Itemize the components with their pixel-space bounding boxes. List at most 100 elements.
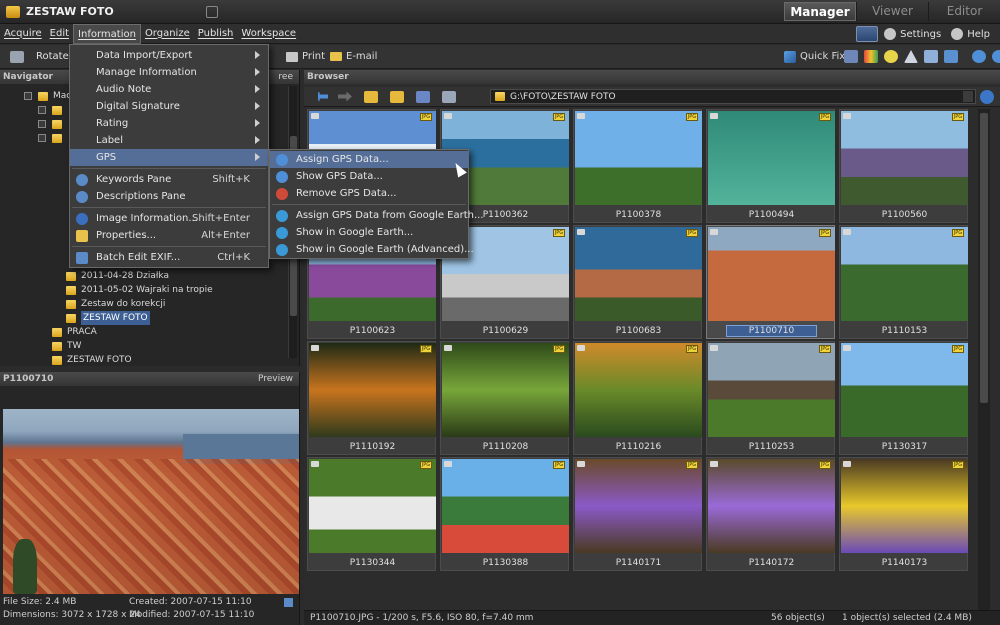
mode-editor-tab[interactable]: Editor — [928, 2, 1000, 21]
menu-item-data-import-export[interactable]: Data Import/Export — [70, 47, 268, 64]
thumbnail-image[interactable] — [708, 459, 835, 553]
thumbnail-image[interactable] — [575, 111, 702, 205]
menu-item-image-information[interactable]: Image Information... Shift+Enter — [70, 210, 268, 227]
browser-scrollbar[interactable] — [978, 109, 990, 611]
menu-item-digital-signature[interactable]: Digital Signature — [70, 98, 268, 115]
new-folder-icon[interactable] — [390, 90, 404, 103]
thumbnail-cell[interactable]: JPG P1140171 — [573, 457, 702, 571]
thumbnail-cell[interactable]: JPG P1110253 — [706, 341, 835, 455]
thumbnail-image[interactable] — [309, 343, 436, 437]
zoom-in-icon[interactable] — [972, 50, 986, 63]
mode-viewer-tab[interactable]: Viewer — [856, 2, 928, 21]
crop-icon[interactable] — [924, 50, 938, 63]
zoom-out-icon[interactable] — [992, 50, 1000, 63]
tree-folder-wajraki[interactable]: 2011-05-02 Wajraki na tropie — [66, 283, 213, 297]
color-icon[interactable] — [864, 50, 878, 63]
menu-item-audio-note[interactable]: Audio Note — [70, 81, 268, 98]
thumbnail-cell[interactable]: JPG P1110192 — [307, 341, 436, 455]
menu-item-descriptions-pane[interactable]: Descriptions Pane — [70, 188, 268, 205]
tree-root[interactable]: Mac — [24, 89, 71, 103]
expand-icon[interactable] — [38, 120, 46, 128]
email-button[interactable]: E-mail — [330, 51, 377, 62]
edit-note-icon[interactable] — [205, 5, 218, 18]
thumbnail-image[interactable] — [309, 459, 436, 553]
thumbnail-cell[interactable]: JPG P1100378 — [573, 109, 702, 223]
menu-item-show-in-google-earth-advanced[interactable]: Show in Google Earth (Advanced)... — [270, 241, 474, 258]
menu-information[interactable]: Information — [73, 23, 141, 44]
thumbnail-cell[interactable]: JPG P1100683 — [573, 225, 702, 339]
path-field[interactable]: G:\FOTO\ZESTAW FOTO — [490, 89, 976, 104]
tree-folder-zestaw-foto-selected[interactable]: ZESTAW FOTO — [66, 311, 150, 325]
menu-item-rating[interactable]: Rating — [70, 115, 268, 132]
menu-item-assign-gps-data[interactable]: Assign GPS Data... — [270, 151, 468, 168]
expand-metadata-icon[interactable] — [284, 598, 293, 607]
print-button[interactable]: Print — [286, 51, 325, 62]
menu-item-keywords-pane[interactable]: Keywords Pane Shift+K — [70, 171, 268, 188]
menu-item-properties[interactable]: Properties... Alt+Enter — [70, 227, 268, 244]
tree-folder-tw[interactable]: TW — [52, 339, 81, 353]
tree-folder-zestaw-foto[interactable]: ZESTAW FOTO — [52, 353, 132, 367]
thumbnail-cell[interactable]: JPG P1140173 — [839, 457, 968, 571]
refresh-icon[interactable] — [980, 90, 994, 104]
thumbnail-cell[interactable]: JPG P1130344 — [307, 457, 436, 571]
menu-publish[interactable]: Publish — [194, 24, 238, 44]
thumbnail-cell[interactable]: JPG P1100710 — [706, 225, 835, 339]
thumbnail-image[interactable] — [708, 343, 835, 437]
thumbnail-cell[interactable]: JPG P1100560 — [839, 109, 968, 223]
mode-manager-tab[interactable]: Manager — [784, 2, 856, 21]
thumbnail-image[interactable] — [708, 227, 835, 321]
thumbnail-image[interactable] — [708, 111, 835, 205]
car-icon[interactable] — [844, 50, 858, 63]
thumbnail-cell[interactable]: JPG P1110153 — [839, 225, 968, 339]
message-center-button[interactable] — [856, 26, 879, 42]
back-arrow-icon[interactable] — [314, 91, 328, 102]
tree-folder-dzialka[interactable]: 2011-04-28 Działka — [66, 269, 169, 283]
menu-organize[interactable]: Organize — [141, 24, 194, 44]
thumbnail-image[interactable] — [841, 111, 968, 205]
preview-dropdown[interactable]: Preview — [258, 372, 293, 386]
collapse-icon[interactable] — [24, 92, 32, 100]
thumbnail-cell[interactable]: JPG P1110208 — [440, 341, 569, 455]
view-mode-icon[interactable] — [442, 90, 456, 103]
tree-folder-praca[interactable]: PRACA — [52, 325, 97, 339]
sort-icon[interactable] — [416, 90, 430, 103]
menu-item-manage-information[interactable]: Manage Information — [70, 64, 268, 81]
chevron-down-icon[interactable] — [963, 91, 973, 102]
menu-item-assign-from-google-earth[interactable]: Assign GPS Data from Google Earth... — [270, 207, 484, 224]
menu-workspace[interactable]: Workspace — [237, 24, 300, 44]
tree-item[interactable] — [38, 131, 67, 145]
folder-up-icon[interactable] — [364, 90, 378, 103]
bulb-icon[interactable] — [884, 50, 898, 63]
thumbnail-cell[interactable]: JPG P1130388 — [440, 457, 569, 571]
menu-item-batch-edit-exif[interactable]: Batch Edit EXIF... Ctrl+K — [70, 249, 268, 266]
thumbnail-cell[interactable]: JPG P1140172 — [706, 457, 835, 571]
navigator-view-dropdown[interactable]: ree — [278, 70, 293, 84]
thumbnail-cell[interactable]: JPG P1130317 — [839, 341, 968, 455]
thumbnail-cell[interactable]: JPG P1110216 — [573, 341, 702, 455]
menu-item-show-in-google-earth[interactable]: Show in Google Earth... — [270, 224, 468, 241]
menu-item-label-submenu[interactable]: Label — [70, 132, 268, 149]
menu-item-remove-gps-data[interactable]: Remove GPS Data... — [270, 185, 468, 202]
thumbnail-image[interactable] — [841, 459, 968, 553]
menu-edit[interactable]: Edit — [46, 24, 73, 44]
help-button[interactable]: Help — [951, 28, 990, 40]
camera-icon[interactable] — [10, 50, 24, 63]
thumbnail-image[interactable] — [575, 227, 702, 321]
menu-item-show-gps-data[interactable]: Show GPS Data... — [270, 168, 468, 185]
tree-item[interactable] — [38, 117, 67, 131]
tree-folder-zestaw-korekcji[interactable]: Zestaw do korekcji — [66, 297, 165, 311]
thumbnail-image[interactable] — [841, 343, 968, 437]
tree-item[interactable] — [38, 103, 67, 117]
thumbnail-image[interactable] — [575, 459, 702, 553]
collapse-icon[interactable] — [38, 134, 46, 142]
thumbnail-image[interactable] — [442, 343, 569, 437]
thumbnail-image[interactable] — [841, 227, 968, 321]
thumbnail-image[interactable] — [442, 459, 569, 553]
levels-icon[interactable] — [904, 50, 918, 63]
quick-fix-button[interactable]: Quick Fix — [784, 50, 845, 63]
expand-icon[interactable] — [38, 106, 46, 114]
forward-arrow-icon[interactable] — [338, 91, 352, 102]
thumbnail-image[interactable] — [575, 343, 702, 437]
preview-image[interactable] — [3, 409, 299, 594]
menu-item-gps[interactable]: GPS — [70, 149, 268, 166]
